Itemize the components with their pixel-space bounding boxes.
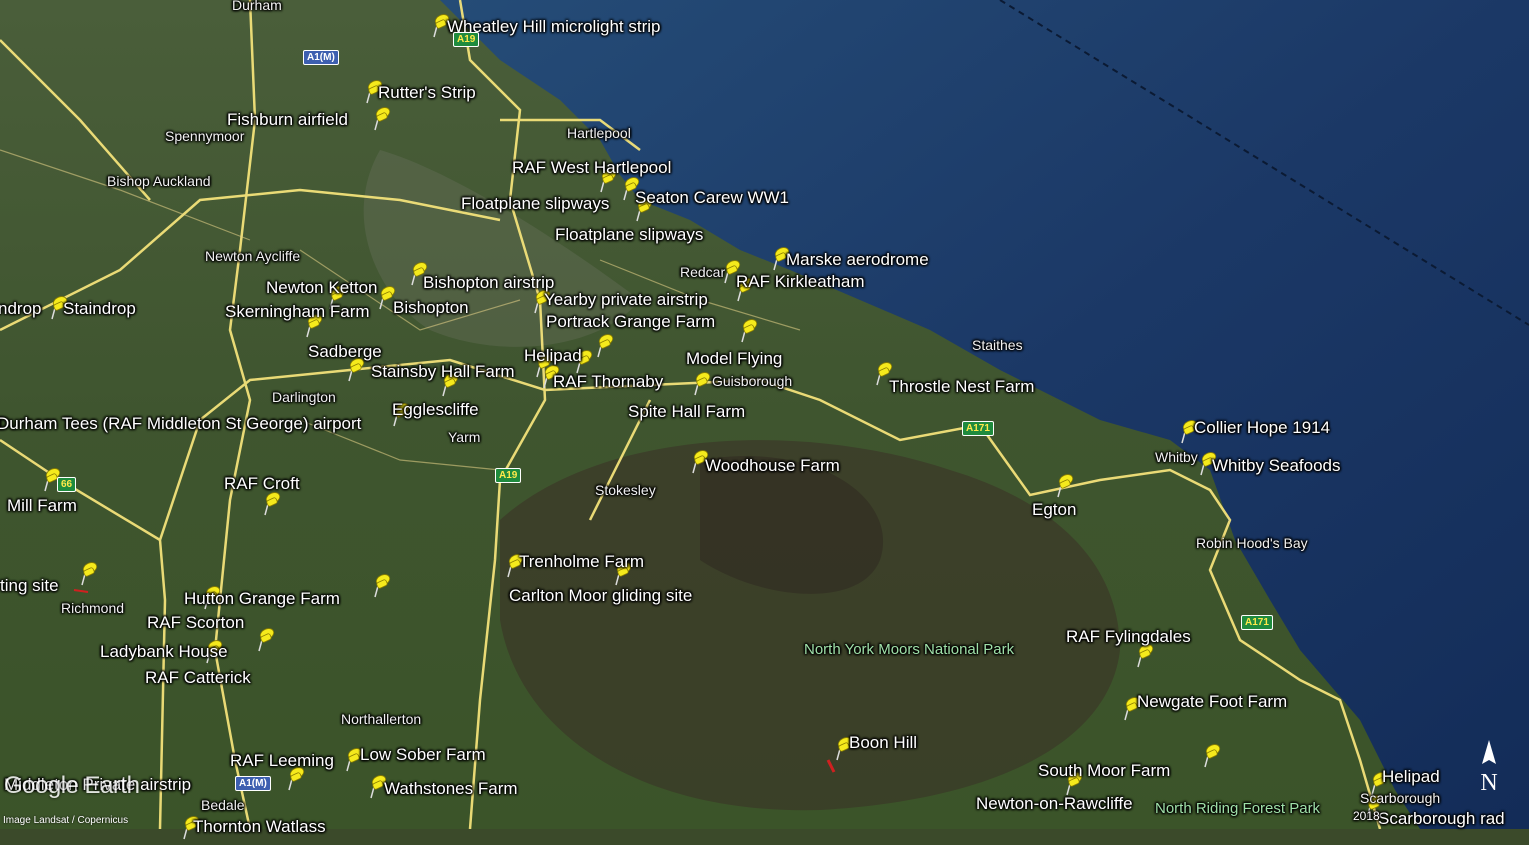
placemark-label-raf-thornaby[interactable]: RAF Thornaby — [553, 373, 663, 390]
placemark-pin-icon[interactable] — [739, 317, 761, 343]
road-shield-a19-mid: A19 — [495, 468, 522, 483]
town-label-darlington: Darlington — [272, 389, 336, 405]
placemark-label-raf-catterick[interactable]: RAF Catterick — [145, 669, 251, 686]
town-label-stokesley: Stokesley — [595, 482, 656, 498]
placemark-label-landing-site[interactable]: ting site — [0, 577, 59, 594]
town-label-staithes: Staithes — [972, 337, 1023, 353]
placemark-label-carlton-moor[interactable]: Carlton Moor gliding site — [509, 587, 692, 604]
placemark-label-raf-scorton[interactable]: RAF Scorton — [147, 614, 244, 631]
placemark-label-egglescliffe[interactable]: Egglescliffe — [392, 401, 479, 418]
park-label-north-york-moors: North York Moors National Park — [804, 641, 1015, 658]
placemark-label-whitby-seafoods[interactable]: Whitby Seafoods — [1212, 457, 1341, 474]
placemark-pin-icon[interactable] — [595, 332, 617, 358]
town-label-yarm: Yarm — [448, 429, 481, 445]
town-label-redcar: Redcar — [680, 264, 726, 280]
placemark-label-newton-ketton[interactable]: Newton Ketton — [266, 279, 378, 296]
placemark-label-rutters[interactable]: Rutter's Strip — [378, 84, 476, 101]
placemark-pin-icon[interactable] — [1055, 472, 1077, 498]
placemark-label-helipad-scarborough[interactable]: Helipad — [1382, 768, 1440, 785]
town-label-robin-hoods-bay: Robin Hood's Bay — [1196, 535, 1308, 551]
placemark-label-seaton-carew[interactable]: Seaton Carew WW1 — [635, 189, 789, 206]
placemark-label-wathstones[interactable]: Wathstones Farm — [384, 780, 518, 797]
placemark-label-south-moor[interactable]: South Moor Farm — [1038, 762, 1170, 779]
placemark-label-floatplane-1[interactable]: Floatplane slipways — [461, 195, 609, 212]
placemark-label-bishopton-airstrip[interactable]: Bishopton airstrip — [423, 274, 554, 291]
placemark-pin-icon[interactable] — [1202, 742, 1224, 768]
placemark-pin-icon[interactable] — [692, 370, 714, 396]
placemark-label-raf-west-hartlepool[interactable]: RAF West Hartlepool — [512, 159, 671, 176]
road-shield-a171-east: A171 — [1241, 615, 1273, 630]
placemark-label-woodhouse[interactable]: Woodhouse Farm — [705, 457, 840, 474]
town-label-newton-aycliffe: Newton Aycliffe — [205, 248, 301, 264]
compass-n-label: N — [1480, 770, 1497, 796]
placemark-label-raf-fylingdales[interactable]: RAF Fylingdales — [1066, 628, 1191, 645]
town-label-richmond: Richmond — [61, 600, 125, 616]
placemark-label-durham-tees[interactable]: Durham Tees (RAF Middleton St George) ai… — [0, 415, 361, 432]
town-label-guisborough: Guisborough — [712, 373, 793, 389]
placemark-label-ladybank[interactable]: Ladybank House — [100, 643, 228, 660]
town-label-bishop-auckland: Bishop Auckland — [107, 173, 211, 189]
placemark-pin-icon[interactable] — [262, 490, 284, 516]
placemark-label-marske[interactable]: Marske aerodrome — [786, 251, 929, 268]
placemark-label-mill-farm[interactable]: Mill Farm — [7, 497, 77, 514]
road-shield-a1m-bottom: A1(M) — [235, 776, 271, 791]
placemark-label-raf-croft[interactable]: RAF Croft — [224, 475, 300, 492]
placemark-label-trenholme[interactable]: Trenholme Farm — [519, 553, 644, 570]
placemark-label-scarborough-radar[interactable]: Scarborough rad — [1378, 810, 1505, 827]
road-shield-a66: 66 — [57, 477, 77, 492]
imagery-year: 2018 — [1353, 809, 1380, 823]
placemark-label-spite-hall[interactable]: Spite Hall Farm — [628, 403, 745, 420]
compass-needle-icon: N — [1480, 740, 1498, 796]
placemark-label-egton[interactable]: Egton — [1032, 501, 1076, 518]
town-label-northallerton: Northallerton — [341, 711, 422, 727]
placemark-label-hutton-grange[interactable]: Hutton Grange Farm — [184, 590, 340, 607]
town-label-hartlepool: Hartlepool — [567, 125, 631, 141]
road-shield-a19-top: A19 — [453, 32, 480, 47]
placemark-pin-icon[interactable] — [372, 572, 394, 598]
road-shield-a1m-top: A1(M) — [303, 50, 339, 65]
placemark-pin-icon[interactable] — [79, 560, 101, 586]
town-label-newton-on-rawcliffe: Newton-on-Rawcliffe — [976, 794, 1133, 813]
placemark-label-staindrop[interactable]: Staindrop — [63, 300, 136, 317]
placemark-pin-icon[interactable] — [372, 105, 394, 131]
placemark-label-collier-hope[interactable]: Collier Hope 1914 — [1194, 419, 1330, 436]
imagery-credit: Image Landsat / Copernicus — [3, 815, 129, 826]
placemark-label-newgate-foot[interactable]: Newgate Foot Farm — [1137, 693, 1287, 710]
north-compass-button[interactable]: N — [1472, 738, 1506, 798]
placemark-label-wheatley-hill[interactable]: Wheatley Hill microlight strip — [447, 18, 661, 35]
placemark-label-skerningham[interactable]: Skerningham Farm — [225, 303, 370, 320]
placemark-label-stainsby[interactable]: Stainsby Hall Farm — [371, 363, 515, 380]
placemark-label-thornton-watlass[interactable]: Thornton Watlass — [193, 818, 326, 835]
town-label-bedale: Bedale — [201, 797, 245, 813]
placemark-label-sadberge[interactable]: Sadberge — [308, 343, 382, 360]
park-label-north-riding-forest: North Riding Forest Park — [1155, 800, 1321, 817]
placemark-label-low-sober[interactable]: Low Sober Farm — [360, 746, 486, 763]
town-label-durham: Durham — [232, 0, 282, 13]
town-label-scarborough: Scarborough — [1360, 790, 1441, 806]
town-label-spennymoor: Spennymoor — [165, 128, 245, 144]
google-earth-logo: Google Earth — [4, 772, 140, 799]
placemark-label-model-flying[interactable]: Model Flying — [686, 350, 782, 367]
placemark-label-yearby[interactable]: Yearby private airstrip — [544, 291, 708, 308]
placemark-label-boon-hill[interactable]: Boon Hill — [849, 734, 917, 751]
placemark-label-portrack[interactable]: Portrack Grange Farm — [546, 313, 715, 330]
placemark-label-helipad-teesside[interactable]: Helipad — [524, 347, 582, 364]
placemark-label-raf-kirkleatham[interactable]: RAF Kirkleatham — [736, 273, 864, 290]
placemark-label-fishburn[interactable]: Fishburn airfield — [227, 111, 348, 128]
placemark-label-bishopton[interactable]: Bishopton — [393, 299, 469, 316]
road-shield-a171-mid: A171 — [962, 421, 994, 436]
placemark-label-raf-leeming[interactable]: RAF Leeming — [230, 752, 334, 769]
placemark-label-floatplane-2[interactable]: Floatplane slipways — [555, 226, 703, 243]
placemark-label-throstle[interactable]: Throstle Nest Farm — [889, 378, 1034, 395]
town-label-whitby: Whitby — [1155, 449, 1198, 465]
placemark-label-staindrop-left[interactable]: ndrop — [0, 300, 41, 317]
placemark-pin-icon[interactable] — [256, 626, 278, 652]
